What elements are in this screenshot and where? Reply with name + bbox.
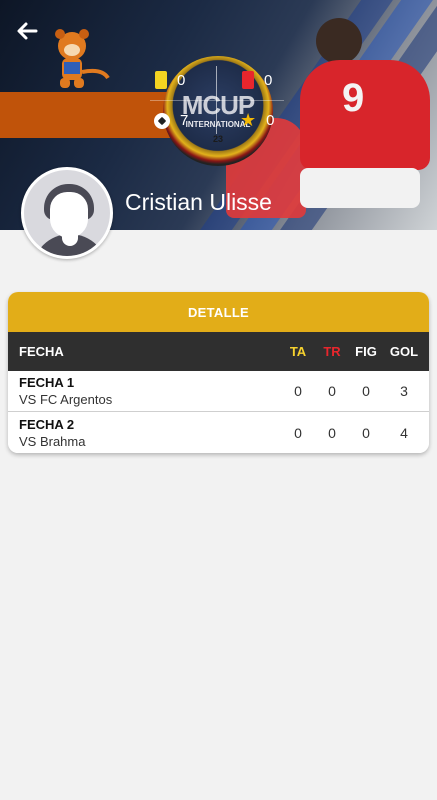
red-cards-count: 0 (264, 71, 273, 89)
stat-red-cards: 0 (242, 71, 272, 89)
column-header-gol: GOL (389, 344, 419, 359)
column-header-fecha: FECHA (19, 344, 64, 359)
table-row[interactable]: FECHA 2 VS Brahma 0 0 0 4 (8, 412, 429, 453)
match-rival: VS FC Argentos (19, 392, 113, 407)
stat-yellow-cards: 0 (155, 71, 185, 89)
column-header-tr: TR (323, 344, 341, 359)
tiger-mascot-icon (55, 29, 110, 88)
cell-tr: 0 (328, 383, 336, 399)
star-icon: ★ (240, 110, 257, 130)
featured-count: 0 (266, 111, 275, 129)
arrow-left-icon[interactable] (14, 18, 40, 44)
stats-divider (150, 100, 284, 101)
tournament-logo-year: 23 (212, 134, 223, 144)
table-header: FECHA TA TR FIG GOL (8, 332, 429, 371)
detail-title: DETALLE (8, 292, 429, 332)
match-date: FECHA 1 (19, 375, 75, 390)
cell-ta: 0 (294, 424, 302, 441)
cell-ta: 0 (294, 383, 302, 399)
cell-fig: 0 (362, 424, 370, 441)
stat-goals: 7 (154, 112, 188, 129)
banner-photo-jersey-number: 9 (342, 76, 365, 120)
table-row[interactable]: FECHA 1 VS FC Argentos 0 0 0 3 (8, 371, 429, 412)
player-name: Cristian Ulisse (125, 189, 272, 215)
banner-photo-player (300, 60, 430, 170)
stat-featured: ★ 0 (240, 111, 274, 129)
goals-count: 7 (180, 112, 189, 129)
yellow-cards-count: 0 (177, 71, 186, 89)
red-card-icon (242, 71, 254, 89)
match-rival: VS Brahma (19, 433, 86, 449)
cell-tr: 0 (328, 424, 336, 441)
column-header-ta: TA (289, 344, 307, 359)
detail-card: DETALLE FECHA TA TR FIG GOL FECHA 1 VS F… (8, 292, 429, 453)
avatar (21, 167, 113, 259)
match-date: FECHA 2 (19, 416, 75, 432)
banner-photo-player-head (316, 18, 362, 64)
cell-gol: 4 (400, 424, 408, 441)
soccer-ball-icon (154, 112, 170, 129)
column-header-fig: FIG (355, 344, 377, 359)
banner-photo-player-shorts (300, 168, 420, 208)
cell-gol: 3 (400, 383, 408, 399)
cell-fig: 0 (362, 383, 370, 399)
yellow-card-icon (155, 71, 167, 89)
